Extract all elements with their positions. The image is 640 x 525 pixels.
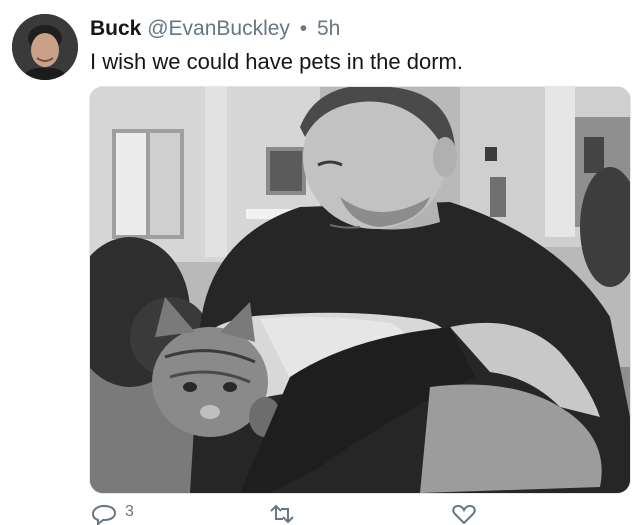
tweet-photo[interactable] [89,86,631,494]
author-handle[interactable]: @EvanBuckley [147,17,290,40]
separator-dot: • [299,17,308,40]
avatar[interactable] [12,14,78,80]
tweet-header: Buck @EvanBuckley • 5h [90,16,340,42]
reply-icon [91,504,117,525]
reply-count: 3 [125,503,134,520]
author-name[interactable]: Buck [90,17,141,40]
heart-icon [452,504,476,525]
like-button[interactable] [451,503,477,525]
photo-man-holding-cat [90,87,630,493]
tweet-actions: 3 [89,503,629,525]
retweet-button[interactable] [269,503,295,525]
tweet-timestamp[interactable]: 5h [317,17,340,40]
avatar-image [12,14,78,80]
tweet-text: I wish we could have pets in the dorm. [90,49,463,74]
reply-button[interactable]: 3 [91,503,134,525]
retweet-icon [270,504,294,524]
